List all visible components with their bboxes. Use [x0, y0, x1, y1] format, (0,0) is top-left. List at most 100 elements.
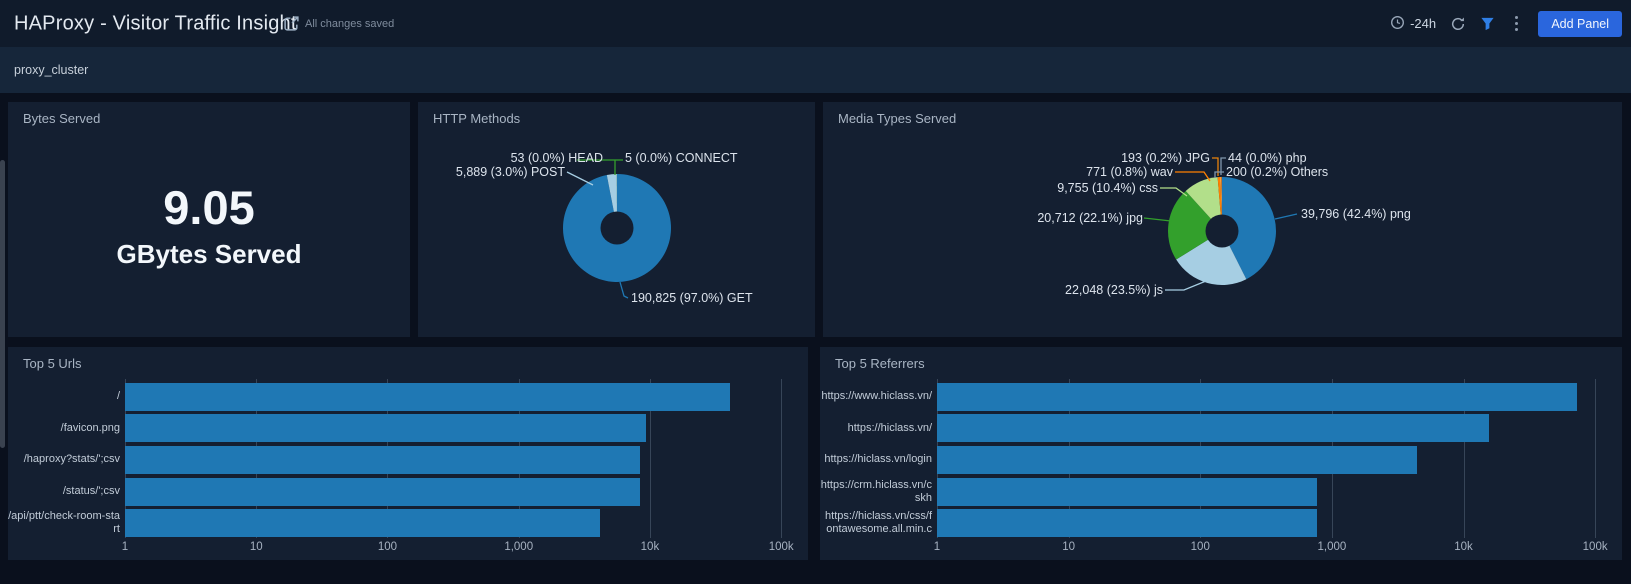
- bar-track: [125, 446, 798, 474]
- slice-label-jpg: 20,712 (22.1%) jpg: [1037, 211, 1143, 225]
- x-axis-tick: 100: [1191, 541, 1210, 553]
- x-axis-tick: 10k: [641, 541, 660, 553]
- time-range-control[interactable]: -24h: [1390, 15, 1436, 33]
- bar-5[interactable]: [125, 509, 600, 537]
- slice-label-wav: 771 (0.8%) wav: [1086, 165, 1173, 179]
- bar-1[interactable]: [125, 383, 730, 411]
- slice-label-get: 190,825 (97.0%) GET: [631, 291, 753, 305]
- panel-media-types: Media Types Served 193 (0.2%) JPG 44 (0.…: [823, 102, 1622, 337]
- bar-3[interactable]: [125, 446, 640, 474]
- bar-track: [937, 509, 1612, 537]
- slice-label-connect: 5 (0.0%) CONNECT: [625, 151, 738, 165]
- top-urls-bar-chart: / /favicon.png/haproxy?stats/';csv/status…: [8, 373, 808, 560]
- panel-title: Top 5 Urls: [23, 356, 82, 371]
- label-leader-line: [1144, 218, 1171, 221]
- refresh-icon[interactable]: [1450, 16, 1466, 32]
- bar-row: https://hiclass.vn/: [820, 413, 1612, 445]
- page-title: HAProxy - Visitor Traffic Insight: [14, 12, 297, 35]
- bar-row: /haproxy?stats/';csv: [8, 444, 798, 476]
- share-icon[interactable]: [283, 15, 300, 37]
- bar-category-label: https://hiclass.vn/login: [820, 453, 932, 466]
- bar-4[interactable]: [125, 478, 640, 506]
- bar-5[interactable]: [937, 509, 1317, 537]
- x-axis-tick: 100: [378, 541, 397, 553]
- label-leader-line: [1175, 172, 1210, 181]
- slice-label-head: 53 (0.0%) HEAD: [511, 151, 603, 165]
- bar-category-label: /api/ptt/check-room-start: [8, 510, 120, 536]
- x-axis: 1 10 100 1,000 10k 100k: [937, 541, 1612, 556]
- slice-label-php: 44 (0.0%) php: [1228, 151, 1307, 165]
- http-methods-donut-chart: [418, 102, 815, 337]
- bar-track: [125, 414, 798, 442]
- donut-hole: [601, 212, 634, 245]
- slice-label-post: 5,889 (3.0%) POST: [456, 165, 565, 179]
- bar-row: /status/';csv: [8, 476, 798, 508]
- slice-label-css: 9,755 (10.4%) css: [1057, 181, 1158, 195]
- bar-2[interactable]: [125, 414, 646, 442]
- bytes-served-unit: GBytes Served: [117, 239, 302, 270]
- x-axis-tick: 1,000: [504, 541, 533, 553]
- bar-row: /: [8, 381, 798, 413]
- panel-top-referrers: Top 5 Referrers https://www.hiclass.vn/h…: [820, 347, 1622, 560]
- chart-rows: / /favicon.png/haproxy?stats/';csv/status…: [8, 381, 798, 539]
- panel-bytes-served: Bytes Served 9.05 GBytes Served: [8, 102, 410, 337]
- label-leader-line: [567, 172, 593, 185]
- panel-http-methods: HTTP Methods 53 (0.0%) HEAD 5 (0.0%) CON…: [418, 102, 815, 337]
- bar-category-label: /status/';csv: [8, 485, 120, 498]
- slice-label-jpg-upper: 193 (0.2%) JPG: [1121, 151, 1210, 165]
- header-controls: -24h Add Panel: [1390, 0, 1622, 47]
- x-axis-tick: 10k: [1454, 541, 1473, 553]
- panel-title: Bytes Served: [23, 111, 100, 126]
- bar-1[interactable]: [937, 383, 1577, 411]
- bar-row: https://hiclass.vn/css/fontawesome.all.m…: [820, 507, 1612, 539]
- slice-label-png: 39,796 (42.4%) png: [1301, 207, 1411, 221]
- x-axis-tick: 1,000: [1317, 541, 1346, 553]
- bar-row: https://www.hiclass.vn/: [820, 381, 1612, 413]
- x-axis-tick: 1: [122, 541, 128, 553]
- chart-rows: https://www.hiclass.vn/https://hiclass.v…: [820, 381, 1612, 539]
- bar-track: [937, 414, 1612, 442]
- x-axis-tick: 100k: [1583, 541, 1608, 553]
- x-axis-tick: 10: [1062, 541, 1075, 553]
- dashboard-app: HAProxy - Visitor Traffic Insight All ch…: [0, 0, 1631, 584]
- x-axis-tick: 100k: [769, 541, 794, 553]
- bar-track: [937, 446, 1612, 474]
- bar-2[interactable]: [937, 414, 1489, 442]
- bar-track: [937, 478, 1612, 506]
- x-axis: 1 10 100 1,000 10k 100k: [125, 541, 798, 556]
- bar-track: [937, 383, 1612, 411]
- bar-row: https://crm.hiclass.vn/cskh: [820, 476, 1612, 508]
- bar-category-label: /favicon.png: [8, 422, 120, 435]
- filter-field-label: proxy_cluster: [14, 63, 88, 77]
- media-types-donut-chart: [823, 102, 1622, 337]
- bar-category-label: https://hiclass.vn/: [820, 422, 932, 435]
- more-options-icon[interactable]: [1509, 14, 1524, 33]
- panel-title: Media Types Served: [838, 111, 956, 126]
- bar-category-label: https://crm.hiclass.vn/cskh: [820, 479, 932, 505]
- bar-category-label: https://hiclass.vn/css/fontawesome.all.m…: [820, 510, 932, 536]
- label-leader-line: [1165, 281, 1206, 290]
- bar-row: https://hiclass.vn/login: [820, 444, 1612, 476]
- x-axis-tick: 1: [934, 541, 940, 553]
- bar-category-label: /haproxy?stats/';csv: [8, 453, 120, 466]
- filter-funnel-icon[interactable]: [1480, 16, 1495, 31]
- bar-track: [125, 509, 798, 537]
- bar-category-label: https://www.hiclass.vn/: [820, 390, 932, 403]
- x-axis-tick: 10: [250, 541, 263, 553]
- panel-top-urls: Top 5 Urls / /favicon.png/haproxy?stats/'…: [8, 347, 808, 560]
- bar-3[interactable]: [937, 446, 1417, 474]
- filter-bar: proxy_cluster * +: [0, 47, 1631, 93]
- single-value-body: 9.05 GBytes Served: [8, 102, 410, 337]
- header-bar: HAProxy - Visitor Traffic Insight All ch…: [0, 0, 1631, 47]
- scrollbar[interactable]: [0, 160, 5, 448]
- top-referrers-bar-chart: https://www.hiclass.vn/https://hiclass.v…: [820, 373, 1622, 560]
- slice-label-js: 22,048 (23.5%) js: [1065, 283, 1163, 297]
- label-leader-line: [1275, 214, 1297, 219]
- bar-4[interactable]: [937, 478, 1317, 506]
- clock-icon: [1390, 15, 1405, 33]
- time-range-value: -24h: [1410, 16, 1436, 31]
- bytes-served-value: 9.05: [163, 183, 254, 232]
- add-panel-button[interactable]: Add Panel: [1538, 11, 1622, 37]
- bar-row: /api/ptt/check-room-start: [8, 507, 798, 539]
- slice-label-others: 200 (0.2%) Others: [1226, 165, 1328, 179]
